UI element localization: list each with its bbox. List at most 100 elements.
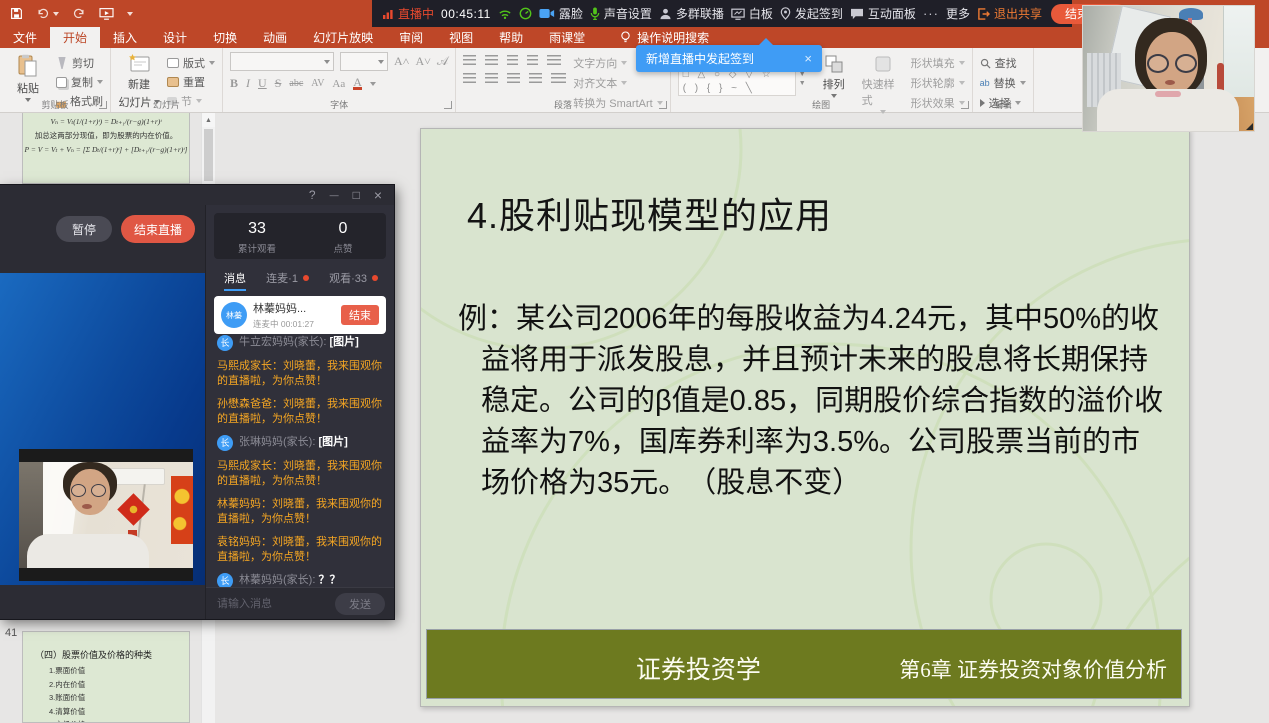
tab-rain-classroom[interactable]: 雨课堂 — [536, 27, 598, 48]
stream-controls: 暂停 结束直播 — [0, 205, 205, 253]
reset-button[interactable]: 重置 — [167, 74, 215, 90]
likes-count: 0 — [300, 220, 386, 238]
grow-font-icon[interactable]: A˄ — [394, 54, 409, 69]
copy-button[interactable]: 复制 — [56, 74, 103, 90]
signin-button[interactable]: 发起签到 — [780, 5, 843, 22]
person-icon — [659, 8, 672, 20]
tab-messages[interactable]: 消息 — [224, 267, 246, 291]
tab-help[interactable]: 帮助 — [486, 27, 536, 48]
performance-indicator[interactable] — [519, 7, 532, 20]
sound-settings-button[interactable]: 声音设置 — [590, 5, 652, 22]
tab-mic-label: 连麦·1 — [266, 270, 298, 286]
increase-indent-icon[interactable] — [527, 55, 538, 65]
tab-watchers-label: 观看·33 — [329, 270, 367, 286]
character-spacing-button[interactable]: AV — [311, 78, 324, 89]
strikethrough-button[interactable]: S — [275, 76, 282, 91]
replace-button[interactable]: ab 替换 — [980, 75, 1026, 91]
tab-home[interactable]: 开始 — [50, 27, 100, 48]
tab-mic-connect[interactable]: 连麦·1 — [266, 267, 309, 291]
tab-watchers[interactable]: 观看·33 — [329, 267, 378, 291]
teacher-webcam[interactable] — [1082, 5, 1255, 132]
font-color-caret-icon[interactable] — [370, 82, 376, 86]
clipboard-group-label: 剪贴板 — [0, 98, 110, 111]
shape-gallery-more-icon[interactable]: ▼ — [799, 80, 806, 87]
mic-icon — [590, 7, 600, 20]
clear-formatting-icon[interactable]: 𝒜 — [437, 54, 448, 69]
close-icon[interactable]: × — [374, 187, 382, 203]
tab-insert[interactable]: 插入 — [100, 27, 150, 48]
slide-40-thumbnail[interactable]: Vₙ = Vₜ(1/(1+r)ᵗ) = Dₜ₊₁/(r−g)(1+r)ᵗ 加总这… — [22, 113, 190, 184]
chat-message: 长 张琳妈妈(家长): [图片] — [217, 435, 383, 451]
align-center-icon[interactable] — [485, 73, 498, 83]
end-mic-button[interactable]: 结束 — [341, 305, 379, 325]
qat-customize-caret-icon[interactable] — [127, 12, 133, 16]
exit-share-label: 退出共享 — [994, 5, 1042, 22]
font-color-button[interactable]: A — [353, 77, 362, 90]
tab-animations[interactable]: 动画 — [250, 27, 300, 48]
find-button[interactable]: 查找 — [980, 55, 1026, 71]
cut-button[interactable]: 剪切 — [56, 55, 103, 71]
columns-icon[interactable] — [551, 73, 566, 83]
whiteboard-button[interactable]: 白板 — [731, 5, 773, 22]
network-indicator[interactable] — [498, 8, 512, 20]
start-slideshow-button[interactable] — [99, 7, 114, 20]
tab-view[interactable]: 视图 — [436, 27, 486, 48]
multicast-button[interactable]: 多群联播 — [659, 5, 724, 22]
scrollbar-thumb[interactable] — [204, 129, 213, 181]
tab-review[interactable]: 审阅 — [386, 27, 436, 48]
italic-button[interactable]: I — [246, 76, 250, 91]
shape-fill-button[interactable]: 形状填充 — [911, 55, 965, 71]
numbering-icon[interactable] — [485, 55, 498, 65]
undo-button[interactable] — [36, 7, 59, 20]
notification-toast[interactable]: 新增直播中发起签到 × — [636, 45, 822, 72]
tab-design[interactable]: 设计 — [150, 27, 200, 48]
help-icon[interactable]: ? — [309, 188, 316, 202]
copy-label: 复制 — [71, 74, 93, 90]
tab-slideshow[interactable]: 幻灯片放映 — [300, 27, 386, 48]
more-button[interactable]: 更多 — [946, 5, 970, 22]
whiteboard-icon — [731, 8, 745, 20]
message-list[interactable]: 长 牛立宏妈妈(家长): [图片] 马熙成家长：刘晓蕾，我来围观你的直播啦，为你… — [206, 332, 394, 587]
decrease-indent-icon[interactable] — [507, 55, 518, 65]
cut-icon — [56, 57, 68, 69]
chat-message-input[interactable] — [215, 597, 327, 611]
align-left-icon[interactable] — [463, 73, 476, 83]
justify-icon[interactable] — [529, 73, 542, 83]
scroll-up-icon[interactable]: ▲ — [202, 113, 215, 127]
exit-share-button[interactable]: 退出共享 — [977, 5, 1042, 22]
paste-button[interactable]: 粘贴 — [7, 52, 49, 102]
align-text-button[interactable]: 对齐文本 — [573, 75, 662, 91]
tab-transitions[interactable]: 切换 — [200, 27, 250, 48]
pause-button[interactable]: 暂停 — [56, 216, 112, 242]
tab-file[interactable]: 文件 — [0, 27, 50, 48]
align-right-icon[interactable] — [507, 73, 520, 83]
group-editing: 查找 ab 替换 选择 编辑 — [973, 48, 1034, 112]
save-icon[interactable] — [10, 7, 23, 20]
camera-button[interactable]: 露脸 — [539, 5, 583, 22]
bold-button[interactable]: B — [230, 76, 238, 91]
layout-button[interactable]: 版式 — [167, 55, 215, 71]
views-count: 33 — [214, 220, 300, 238]
notification-close-icon[interactable]: × — [804, 51, 812, 66]
slide-canvas[interactable]: 4.股利贴现模型的应用 例：某公司2006年的每股收益为4.24元，其中50%的… — [420, 128, 1190, 707]
message-text: [图片] — [329, 336, 358, 348]
bullets-icon[interactable] — [463, 55, 476, 65]
slide-41-thumbnail[interactable]: （四）股票价值及价格的种类 1.票面价值 2.内在价值 3.账面价值 4.清算价… — [22, 631, 190, 723]
underline-button[interactable]: U — [258, 76, 267, 91]
line-spacing-icon[interactable] — [547, 55, 561, 65]
redo-button[interactable] — [72, 7, 86, 20]
change-case-button[interactable]: Aa — [332, 78, 345, 90]
slide-41-item: 5.市场价格 — [49, 719, 189, 723]
subscript-button[interactable]: abc — [289, 78, 303, 89]
shrink-font-icon[interactable]: A˅ — [415, 54, 430, 69]
end-live-button[interactable]: 结束直播 — [121, 215, 195, 243]
font-name-combobox[interactable] — [230, 52, 334, 71]
interaction-panel-button[interactable]: 互动面板 — [850, 5, 916, 22]
font-size-combobox[interactable] — [340, 52, 388, 71]
maximize-icon[interactable]: □ — [353, 188, 360, 202]
minimize-icon[interactable]: — — [330, 190, 339, 200]
send-button[interactable]: 发送 — [335, 593, 385, 615]
toolbar-ellipsis-icon[interactable]: ··· — [923, 6, 939, 21]
arrange-label: 排列 — [823, 76, 845, 92]
shape-outline-button[interactable]: 形状轮廓 — [911, 75, 965, 91]
